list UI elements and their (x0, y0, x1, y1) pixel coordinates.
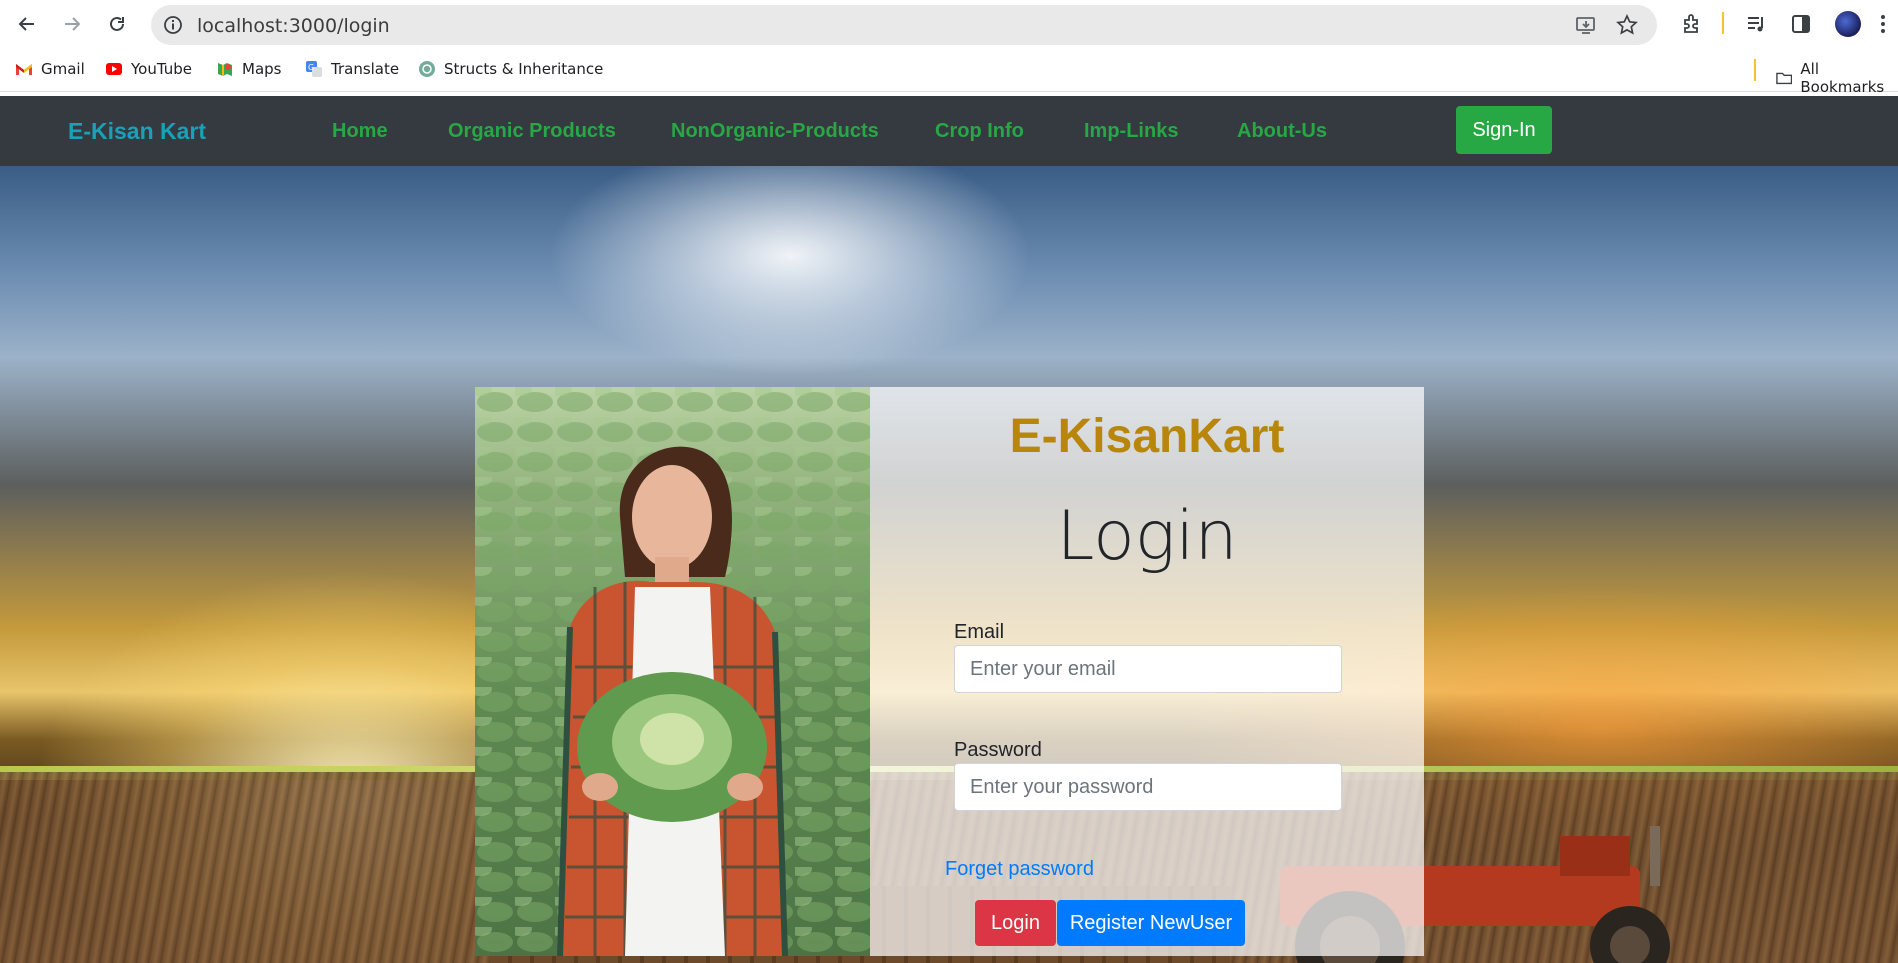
bookmarks-divider (1754, 59, 1756, 81)
email-field[interactable] (954, 645, 1342, 693)
password-field[interactable] (954, 763, 1342, 811)
address-bar[interactable]: localhost:3000/login (151, 5, 1657, 45)
bookmark-youtube[interactable]: YouTube (105, 60, 192, 78)
bookmark-label: Gmail (41, 60, 85, 78)
email-label: Email (954, 621, 1005, 643)
back-icon[interactable] (13, 10, 41, 38)
bookmark-translate[interactable]: G Translate (305, 60, 399, 78)
toolbar-divider (1722, 12, 1724, 34)
hero-background-image: E-KisanKart Login Email Password Forget … (0, 166, 1898, 963)
bookmark-label: Translate (331, 60, 400, 78)
extensions-icon[interactable] (1680, 12, 1704, 36)
login-heading: Login (1056, 497, 1238, 576)
site-navbar: E-Kisan Kart Home Organic Products NonOr… (0, 96, 1898, 166)
svg-text:G: G (308, 63, 314, 72)
login-button[interactable]: Login (975, 900, 1056, 946)
bookmark-gmail[interactable]: Gmail (15, 60, 85, 78)
menu-kebab-icon[interactable] (1877, 12, 1889, 36)
translate-icon: G (306, 61, 322, 77)
maps-icon (218, 63, 232, 76)
forward-icon[interactable] (58, 10, 86, 38)
bookmarks-bar: Gmail YouTube Maps G Translate Structs &… (0, 48, 1898, 96)
youtube-icon (106, 63, 122, 75)
profile-avatar[interactable] (1835, 11, 1861, 37)
side-panel-icon[interactable] (1789, 12, 1813, 36)
reload-icon[interactable] (103, 10, 131, 38)
site-info-icon[interactable] (163, 15, 183, 35)
card-brand-title: E-KisanKart (1009, 410, 1285, 463)
chatgpt-icon (419, 61, 435, 77)
nav-link-organic-products[interactable]: Organic Products (448, 120, 616, 143)
nav-link-crop-info[interactable]: Crop Info (935, 120, 1024, 143)
nav-link-nonorganic-products[interactable]: NonOrganic-Products (671, 120, 879, 143)
farmer-photo (475, 387, 870, 956)
media-controls-icon[interactable] (1745, 12, 1769, 36)
all-bookmarks[interactable]: All Bookmarks (1776, 60, 1898, 96)
bookmark-label: Maps (242, 60, 282, 78)
all-bookmarks-label: All Bookmarks (1800, 60, 1885, 96)
nav-link-imp-links[interactable]: Imp-Links (1084, 120, 1178, 143)
login-card: E-KisanKart Login Email Password Forget … (870, 387, 1424, 956)
register-button[interactable]: Register NewUser (1057, 900, 1245, 946)
nav-link-home[interactable]: Home (332, 120, 388, 143)
bookmark-label: Structs & Inheritance (444, 60, 604, 78)
bookmark-maps[interactable]: Maps (216, 60, 281, 78)
nav-link-about-us[interactable]: About-Us (1237, 120, 1327, 143)
web-page: E-Kisan Kart Home Organic Products NonOr… (0, 96, 1898, 963)
folder-icon (1776, 72, 1793, 85)
bookmark-star-icon[interactable] (1616, 13, 1638, 36)
gmail-icon (16, 64, 32, 75)
bookmark-structs[interactable]: Structs & Inheritance (418, 60, 603, 78)
bookmark-label: YouTube (131, 60, 192, 78)
browser-toolbar: localhost:3000/login (0, 0, 1898, 48)
install-app-icon[interactable] (1575, 14, 1597, 36)
navbar-brand[interactable]: E-Kisan Kart (68, 118, 206, 145)
signin-button[interactable]: Sign-In (1456, 106, 1552, 154)
password-label: Password (954, 739, 1042, 761)
forget-password-link[interactable]: Forget password (945, 858, 1094, 881)
address-url[interactable]: localhost:3000/login (197, 15, 390, 37)
